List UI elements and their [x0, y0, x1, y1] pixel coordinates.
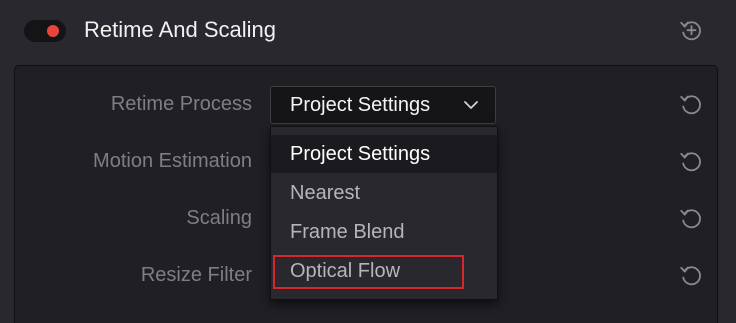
retime-process-label: Retime Process	[110, 93, 252, 115]
menu-option-optical-flow[interactable]: Optical Flow	[271, 252, 497, 290]
add-keyframe-icon[interactable]	[678, 17, 704, 43]
menu-option-frame-blend[interactable]: Frame Blend	[271, 213, 497, 251]
reset-icon[interactable]	[678, 262, 704, 288]
reset-icon[interactable]	[678, 148, 704, 174]
section-title: Retime And Scaling	[84, 17, 276, 42]
retime-process-select[interactable]: Project Settings	[270, 86, 496, 124]
toggle-indicator	[47, 25, 59, 37]
inspector-page: Retime And Scaling Retime Process Motion…	[0, 0, 736, 323]
scaling-label: Scaling	[186, 207, 252, 229]
reset-icon[interactable]	[678, 205, 704, 231]
menu-option-nearest[interactable]: Nearest	[271, 174, 497, 212]
resize-filter-label: Resize Filter	[140, 264, 252, 286]
chevron-down-icon	[464, 101, 478, 109]
motion-estimation-label: Motion Estimation	[93, 150, 252, 172]
enable-toggle[interactable]	[24, 20, 66, 42]
menu-option-project-settings[interactable]: Project Settings	[271, 135, 497, 173]
select-current-value: Project Settings	[290, 94, 431, 116]
reset-icon[interactable]	[678, 91, 704, 117]
retime-process-menu: Project Settings Nearest Frame Blend Opt…	[270, 126, 498, 300]
